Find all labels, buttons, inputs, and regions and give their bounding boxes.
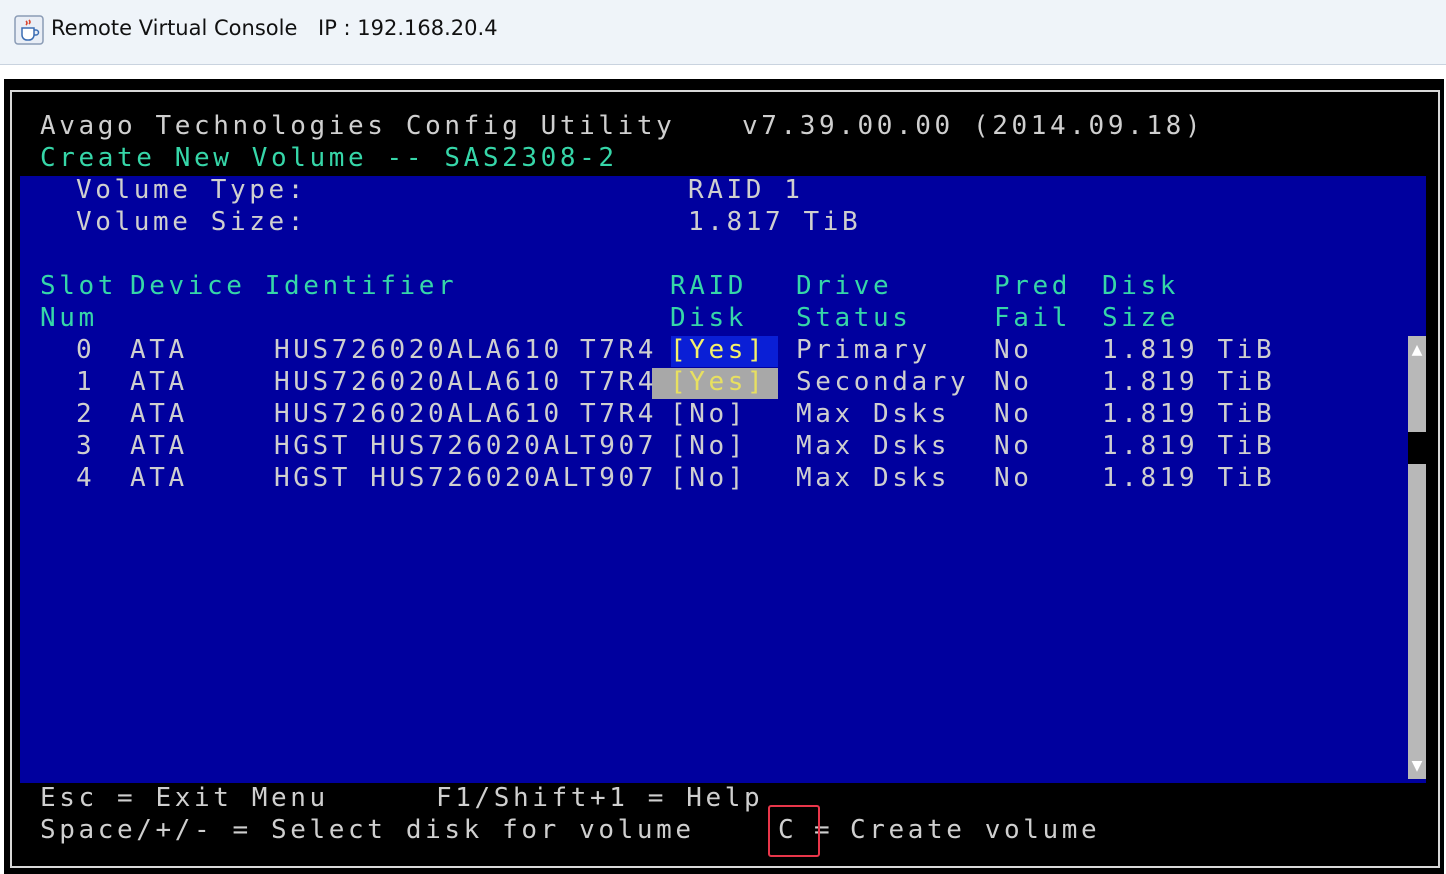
footer-select-hint: Space/+/- = Select disk for volume [40, 815, 695, 845]
footer-esc-hint: Esc = Exit Menu [40, 783, 329, 813]
revision: T7R4 [580, 335, 658, 365]
scroll-down-icon[interactable]: ▼ [1408, 754, 1426, 778]
footer-help-hint: F1/Shift+1 = Help [436, 783, 764, 813]
disk-size: 1.819 TiB [1102, 367, 1276, 397]
revision: T7R4 [580, 367, 658, 397]
header-status: Status [796, 303, 912, 333]
drive-status: Max Dsks [796, 399, 951, 429]
raid-disk-toggle[interactable]: [Yes] [670, 366, 766, 398]
window-titlebar: Remote Virtual Console IP : 192.168.20.4 [0, 0, 1446, 65]
model: HGST HUS726020AL [274, 431, 583, 461]
header-pred: Pred [994, 271, 1072, 301]
header-fail: Fail [994, 303, 1072, 333]
raid-disk-toggle[interactable]: [Yes] [670, 334, 766, 366]
slot-num: 4 [76, 463, 96, 493]
pred-fail: No [994, 367, 1033, 397]
vendor: ATA [130, 463, 188, 493]
scroll-up-icon[interactable]: ▲ [1408, 338, 1426, 362]
slot-num: 1 [76, 367, 96, 397]
vendor: ATA [130, 335, 188, 365]
header-device: Device Identifier [130, 271, 458, 301]
disk-size: 1.819 TiB [1102, 463, 1276, 493]
vendor: ATA [130, 431, 188, 461]
header-drive: Drive [796, 271, 893, 301]
slot-num: 0 [76, 335, 96, 365]
scrollbar-track[interactable] [1408, 336, 1426, 779]
create-volume-label: Create volume [850, 815, 1101, 845]
slot-num: 2 [76, 399, 96, 429]
volume-size-label: Volume Size: [76, 207, 308, 237]
window-title: Remote Virtual Console [51, 16, 298, 40]
disk-size: 1.819 TiB [1102, 399, 1276, 429]
drive-status: Max Dsks [796, 431, 951, 461]
disk-size: 1.819 TiB [1102, 431, 1276, 461]
revision: T907 [580, 463, 658, 493]
header-raid-disk: Disk [670, 303, 748, 333]
disk-size: 1.819 TiB [1102, 335, 1276, 365]
header-num: Num [40, 303, 98, 333]
vendor: ATA [130, 399, 188, 429]
pred-fail: No [994, 463, 1033, 493]
drive-status: Secondary [796, 367, 970, 397]
pred-fail: No [994, 335, 1033, 365]
raid-disk-toggle[interactable]: [No] [670, 430, 747, 462]
header-slot: Slot [40, 271, 118, 301]
model: HUS726020ALA610 [274, 367, 563, 397]
create-key-highlight [768, 805, 820, 857]
drive-status: Primary [796, 335, 931, 365]
volume-size-value: 1.817 TiB [688, 207, 862, 237]
pred-fail: No [994, 399, 1033, 429]
app-name: Avago Technologies Config Utility [40, 111, 676, 141]
vendor: ATA [130, 367, 188, 397]
model: HUS726020ALA610 [274, 335, 563, 365]
revision: T907 [580, 431, 658, 461]
drive-status: Max Dsks [796, 463, 951, 493]
app-version: v7.39.00.00 (2014.09.18) [742, 111, 1205, 141]
raid-disk-toggle[interactable]: [No] [670, 398, 747, 430]
header-disk: Disk [1102, 271, 1180, 301]
model: HUS726020ALA610 [274, 399, 563, 429]
raid-disk-toggle[interactable]: [No] [670, 462, 747, 494]
header-raid: RAID [670, 271, 748, 301]
pred-fail: No [994, 431, 1033, 461]
window-ip: IP : 192.168.20.4 [318, 16, 498, 40]
header-size: Size [1102, 303, 1180, 333]
screen-title: Create New Volume -- SAS2308-2 [40, 143, 618, 173]
java-cup-icon [14, 15, 44, 45]
scrollbar-thumb[interactable] [1408, 432, 1426, 464]
volume-type-label: Volume Type: [76, 175, 308, 205]
model: HGST HUS726020AL [274, 463, 583, 493]
revision: T7R4 [580, 399, 658, 429]
slot-num: 3 [76, 431, 96, 461]
volume-type-value: RAID 1 [688, 175, 804, 205]
